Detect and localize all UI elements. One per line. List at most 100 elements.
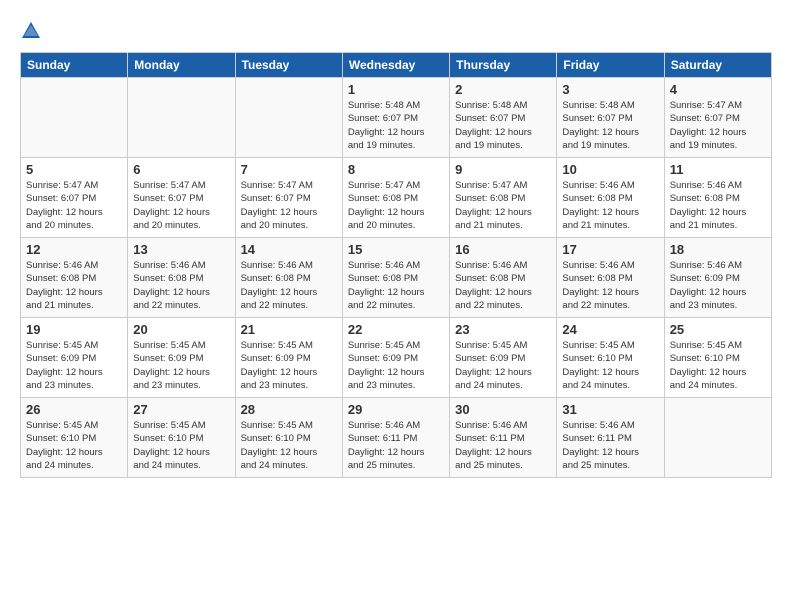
- calendar-cell: 13 Sunrise: 5:46 AM Sunset: 6:08 PM Dayli…: [128, 238, 235, 318]
- calendar-cell: 15 Sunrise: 5:46 AM Sunset: 6:08 PM Dayli…: [342, 238, 449, 318]
- day-number: 4: [670, 82, 766, 97]
- day-info: Sunrise: 5:47 AM Sunset: 6:07 PM Dayligh…: [241, 179, 337, 232]
- calendar-cell: 11 Sunrise: 5:46 AM Sunset: 6:08 PM Dayli…: [664, 158, 771, 238]
- day-number: 29: [348, 402, 444, 417]
- calendar-cell: 10 Sunrise: 5:46 AM Sunset: 6:08 PM Dayli…: [557, 158, 664, 238]
- day-number: 6: [133, 162, 229, 177]
- calendar-cell: 26 Sunrise: 5:45 AM Sunset: 6:10 PM Dayli…: [21, 398, 128, 478]
- day-number: 24: [562, 322, 658, 337]
- day-number: 15: [348, 242, 444, 257]
- day-number: 2: [455, 82, 551, 97]
- calendar-cell: 5 Sunrise: 5:47 AM Sunset: 6:07 PM Daylig…: [21, 158, 128, 238]
- day-info: Sunrise: 5:46 AM Sunset: 6:08 PM Dayligh…: [348, 259, 444, 312]
- day-number: 10: [562, 162, 658, 177]
- calendar-cell: 16 Sunrise: 5:46 AM Sunset: 6:08 PM Dayli…: [450, 238, 557, 318]
- day-info: Sunrise: 5:45 AM Sunset: 6:09 PM Dayligh…: [455, 339, 551, 392]
- day-number: 21: [241, 322, 337, 337]
- calendar-cell: 1 Sunrise: 5:48 AM Sunset: 6:07 PM Daylig…: [342, 78, 449, 158]
- calendar-cell: 6Sunrise: 5:47 AM Sunset: 6:07 PM Daylig…: [128, 158, 235, 238]
- day-number: 7: [241, 162, 337, 177]
- col-header-sunday: Sunday: [21, 53, 128, 78]
- day-info: Sunrise: 5:46 AM Sunset: 6:11 PM Dayligh…: [455, 419, 551, 472]
- day-number: 8: [348, 162, 444, 177]
- day-info: Sunrise: 5:46 AM Sunset: 6:08 PM Dayligh…: [562, 259, 658, 312]
- calendar-week-row: 12 Sunrise: 5:46 AM Sunset: 6:08 PM Dayli…: [21, 238, 772, 318]
- day-number: 11: [670, 162, 766, 177]
- day-number: 9: [455, 162, 551, 177]
- day-number: 17: [562, 242, 658, 257]
- calendar-header-row: SundayMondayTuesdayWednesdayThursdayFrid…: [21, 53, 772, 78]
- day-number: 16: [455, 242, 551, 257]
- calendar-cell: 4Sunrise: 5:47 AM Sunset: 6:07 PM Daylig…: [664, 78, 771, 158]
- day-number: 1: [348, 82, 444, 97]
- col-header-saturday: Saturday: [664, 53, 771, 78]
- calendar-week-row: 26 Sunrise: 5:45 AM Sunset: 6:10 PM Dayli…: [21, 398, 772, 478]
- day-info: Sunrise: 5:46 AM Sunset: 6:08 PM Dayligh…: [26, 259, 122, 312]
- page-header: [20, 20, 772, 42]
- day-info: Sunrise: 5:47 AM Sunset: 6:07 PM Dayligh…: [26, 179, 122, 232]
- calendar-cell: 24 Sunrise: 5:45 AM Sunset: 6:10 PM Dayli…: [557, 318, 664, 398]
- col-header-thursday: Thursday: [450, 53, 557, 78]
- calendar-week-row: 19 Sunrise: 5:45 AM Sunset: 6:09 PM Dayli…: [21, 318, 772, 398]
- calendar-week-row: 1 Sunrise: 5:48 AM Sunset: 6:07 PM Daylig…: [21, 78, 772, 158]
- day-info: Sunrise: 5:45 AM Sunset: 6:09 PM Dayligh…: [241, 339, 337, 392]
- day-info: Sunrise: 5:47 AM Sunset: 6:08 PM Dayligh…: [348, 179, 444, 232]
- calendar-cell: 7 Sunrise: 5:47 AM Sunset: 6:07 PM Daylig…: [235, 158, 342, 238]
- day-info: Sunrise: 5:45 AM Sunset: 6:10 PM Dayligh…: [241, 419, 337, 472]
- day-number: 22: [348, 322, 444, 337]
- calendar-cell: 31Sunrise: 5:46 AM Sunset: 6:11 PM Dayli…: [557, 398, 664, 478]
- calendar-cell: 21 Sunrise: 5:45 AM Sunset: 6:09 PM Dayli…: [235, 318, 342, 398]
- calendar-cell: 8 Sunrise: 5:47 AM Sunset: 6:08 PM Daylig…: [342, 158, 449, 238]
- calendar-cell: 25 Sunrise: 5:45 AM Sunset: 6:10 PM Dayli…: [664, 318, 771, 398]
- day-info: Sunrise: 5:48 AM Sunset: 6:07 PM Dayligh…: [562, 99, 658, 152]
- day-info: Sunrise: 5:46 AM Sunset: 6:08 PM Dayligh…: [455, 259, 551, 312]
- calendar-table: SundayMondayTuesdayWednesdayThursdayFrid…: [20, 52, 772, 478]
- calendar-cell: 18Sunrise: 5:46 AM Sunset: 6:09 PM Dayli…: [664, 238, 771, 318]
- day-info: Sunrise: 5:46 AM Sunset: 6:08 PM Dayligh…: [670, 179, 766, 232]
- calendar-cell: [235, 78, 342, 158]
- calendar-cell: 29 Sunrise: 5:46 AM Sunset: 6:11 PM Dayli…: [342, 398, 449, 478]
- calendar-cell: 23 Sunrise: 5:45 AM Sunset: 6:09 PM Dayli…: [450, 318, 557, 398]
- day-number: 20: [133, 322, 229, 337]
- col-header-friday: Friday: [557, 53, 664, 78]
- calendar-cell: 30 Sunrise: 5:46 AM Sunset: 6:11 PM Dayli…: [450, 398, 557, 478]
- calendar-cell: 20Sunrise: 5:45 AM Sunset: 6:09 PM Dayli…: [128, 318, 235, 398]
- col-header-tuesday: Tuesday: [235, 53, 342, 78]
- calendar-cell: [128, 78, 235, 158]
- day-info: Sunrise: 5:46 AM Sunset: 6:09 PM Dayligh…: [670, 259, 766, 312]
- day-info: Sunrise: 5:48 AM Sunset: 6:07 PM Dayligh…: [348, 99, 444, 152]
- day-number: 26: [26, 402, 122, 417]
- calendar-cell: [664, 398, 771, 478]
- day-info: Sunrise: 5:45 AM Sunset: 6:10 PM Dayligh…: [26, 419, 122, 472]
- day-number: 14: [241, 242, 337, 257]
- calendar-cell: 28Sunrise: 5:45 AM Sunset: 6:10 PM Dayli…: [235, 398, 342, 478]
- calendar-cell: 9Sunrise: 5:47 AM Sunset: 6:08 PM Daylig…: [450, 158, 557, 238]
- calendar-cell: 14 Sunrise: 5:46 AM Sunset: 6:08 PM Dayli…: [235, 238, 342, 318]
- day-info: Sunrise: 5:45 AM Sunset: 6:10 PM Dayligh…: [562, 339, 658, 392]
- day-number: 12: [26, 242, 122, 257]
- calendar-cell: 3 Sunrise: 5:48 AM Sunset: 6:07 PM Daylig…: [557, 78, 664, 158]
- day-info: Sunrise: 5:45 AM Sunset: 6:09 PM Dayligh…: [348, 339, 444, 392]
- calendar-cell: 17 Sunrise: 5:46 AM Sunset: 6:08 PM Dayli…: [557, 238, 664, 318]
- day-number: 30: [455, 402, 551, 417]
- calendar-cell: 12 Sunrise: 5:46 AM Sunset: 6:08 PM Dayli…: [21, 238, 128, 318]
- day-info: Sunrise: 5:46 AM Sunset: 6:11 PM Dayligh…: [348, 419, 444, 472]
- day-info: Sunrise: 5:46 AM Sunset: 6:08 PM Dayligh…: [562, 179, 658, 232]
- day-number: 25: [670, 322, 766, 337]
- logo: [20, 20, 46, 42]
- day-number: 13: [133, 242, 229, 257]
- day-number: 27: [133, 402, 229, 417]
- day-number: 3: [562, 82, 658, 97]
- calendar-cell: [21, 78, 128, 158]
- day-number: 19: [26, 322, 122, 337]
- calendar-cell: 27Sunrise: 5:45 AM Sunset: 6:10 PM Dayli…: [128, 398, 235, 478]
- col-header-monday: Monday: [128, 53, 235, 78]
- day-number: 31: [562, 402, 658, 417]
- logo-icon: [20, 20, 42, 42]
- day-info: Sunrise: 5:46 AM Sunset: 6:08 PM Dayligh…: [241, 259, 337, 312]
- day-number: 5: [26, 162, 122, 177]
- day-info: Sunrise: 5:45 AM Sunset: 6:10 PM Dayligh…: [670, 339, 766, 392]
- calendar-cell: 19Sunrise: 5:45 AM Sunset: 6:09 PM Dayli…: [21, 318, 128, 398]
- day-number: 23: [455, 322, 551, 337]
- day-info: Sunrise: 5:46 AM Sunset: 6:08 PM Dayligh…: [133, 259, 229, 312]
